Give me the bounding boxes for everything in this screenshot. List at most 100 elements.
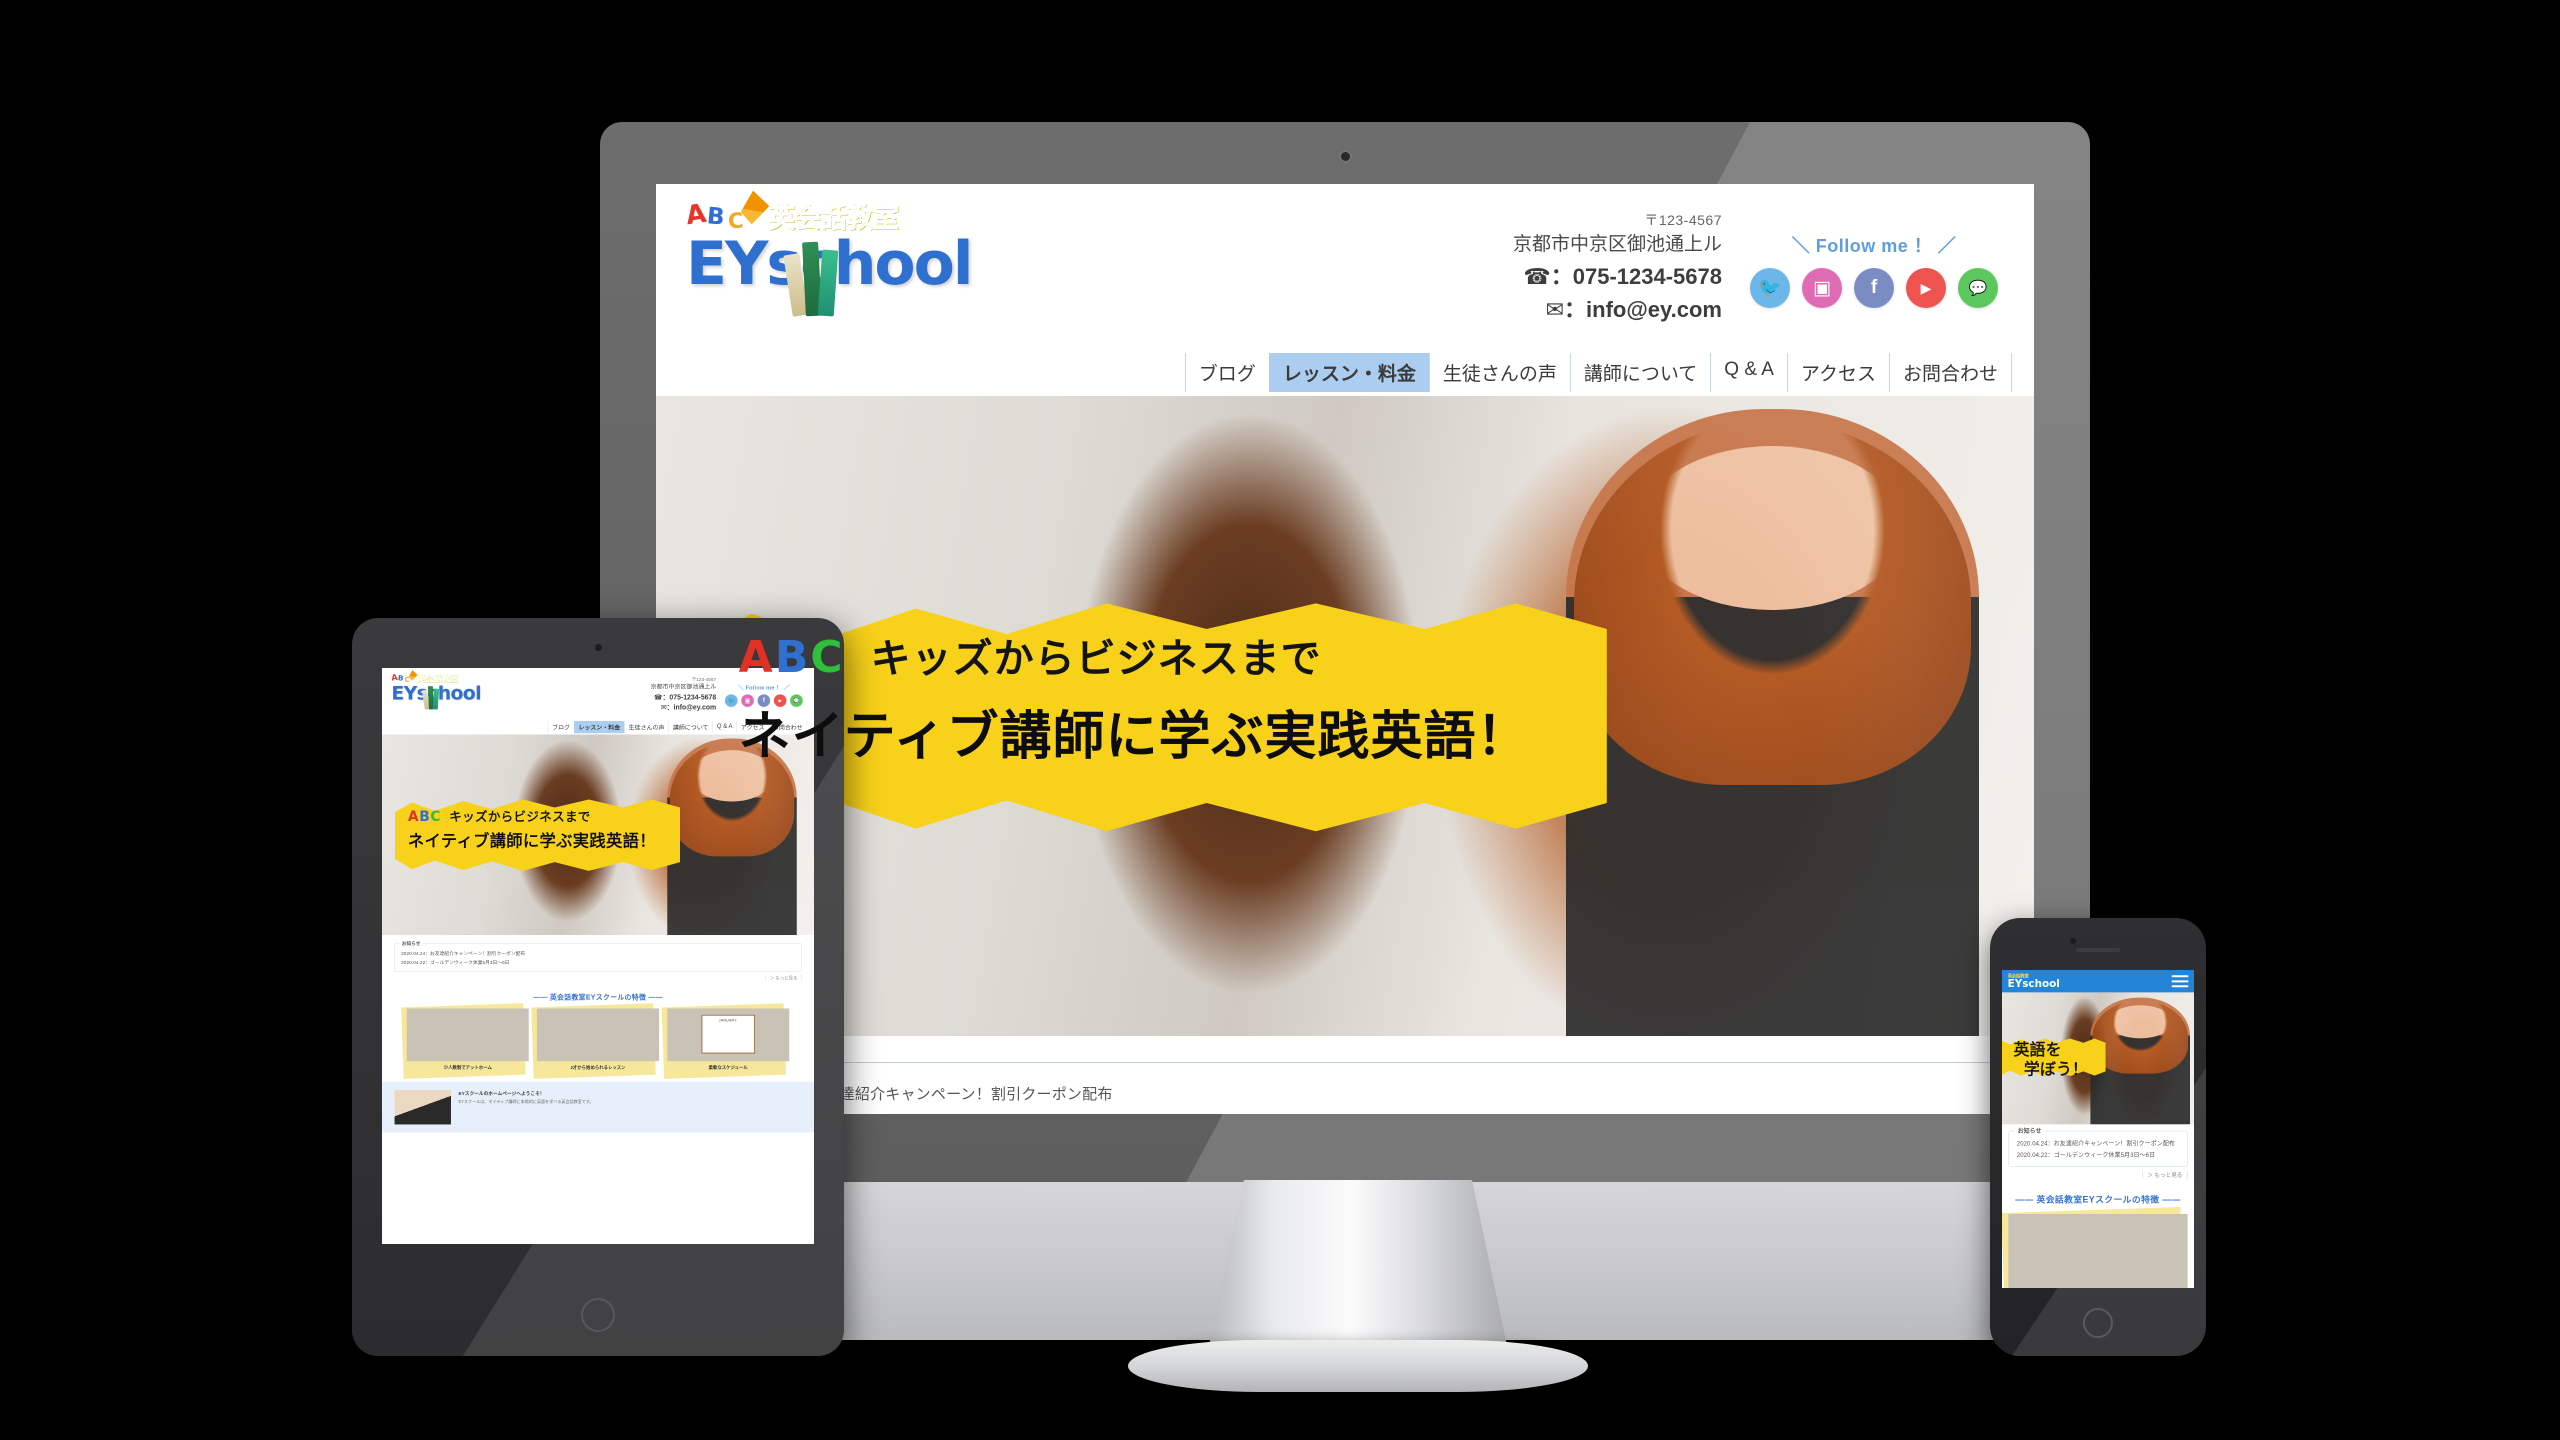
feature-card[interactable]: 少人数制でアットホーム — [401, 1003, 529, 1079]
mobile-notice-more-label: ＞ もっと見る — [2142, 1170, 2188, 1179]
postal-code: 〒123-4567 — [691, 676, 717, 682]
features-title: —— 英会話教室EYスクールの特徴 —— — [533, 993, 663, 1001]
youtube-icon[interactable]: ▶ — [1906, 268, 1946, 308]
home-button[interactable] — [581, 1298, 615, 1332]
nav-item-access[interactable]: アクセス — [1786, 353, 1889, 392]
mobile-notice-caption: お知らせ — [2014, 1126, 2045, 1135]
notice-box: お知らせ 2020.04.24：お友達紹介キャンペーン！割引クーポン配布 202… — [696, 1051, 1994, 1114]
phone-icon: ☎ — [653, 692, 663, 701]
address: 京都市中京区御池通上ル — [1512, 234, 1722, 255]
nav-item-lesson-price[interactable]: レッスン・料金 — [574, 720, 625, 734]
feature-caption: 少人数制でアットホーム — [443, 1064, 492, 1070]
nav-item-voices[interactable]: 生徒さんの声 — [624, 720, 668, 734]
smartphone-device: 英会話教室 EYschool 英語を 学ぼう！ お知らせ 2020.04.24：… — [1990, 918, 2206, 1356]
logo-wordmark: EYschool — [686, 234, 1046, 294]
feature-image — [536, 1008, 660, 1062]
postal-code: 〒123-4567 — [1644, 212, 1722, 228]
follow-title: ＼ Follow me ！ ／ — [1791, 236, 1957, 256]
front-camera-icon — [2070, 938, 2076, 944]
earpiece-speaker — [2076, 948, 2120, 952]
site-logo[interactable]: A B C 英会話教室 EYschool — [684, 198, 1046, 317]
mobile-features-title: —— 英会話教室EYスクールの特徴 —— — [2015, 1194, 2181, 1205]
notice-box: お知らせ 2020.04.24：お友達紹介キャンペーン！割引クーポン配布 202… — [394, 939, 802, 972]
contact-block: 〒123-4567 京都市中京区御池通上ル ☎：075-1234-5678 ✉：… — [651, 676, 717, 712]
pencils-icon — [421, 685, 441, 710]
mobile-logo-wordmark: EYschool — [2007, 977, 2060, 990]
nav-item-lesson-price[interactable]: レッスン・料金 — [1268, 353, 1429, 392]
follow-block: ＼ Follow me ！ ／ 🐦 ▣ f ▶ 💬 — [1740, 232, 2008, 308]
logo-subtitle: 英会話教室 — [768, 203, 900, 234]
webcam-dot — [1341, 152, 1350, 161]
hero-line-2: ネイティブ講師に学ぶ実践英語！ — [407, 832, 656, 851]
notice-caption: お知らせ — [399, 939, 423, 947]
mobile-hero-line-1: 英語を — [2013, 1040, 2062, 1059]
notice-item[interactable]: 2020.04.24：お友達紹介キャンペーン！割引クーポン配布 — [400, 949, 795, 958]
welcome-image — [394, 1089, 451, 1125]
notice-more[interactable]: ＞ もっと見る — [395, 974, 802, 981]
notice-item[interactable]: 2020.04.22：ゴールデンウィーク休業5月3日〜6日 — [715, 1108, 1975, 1114]
mobile-notice-more[interactable]: ＞ もっと見る — [2008, 1170, 2188, 1179]
device-mockup-scene: A B C 英会話教室 EYschool 〒123-4567 — [0, 0, 2560, 1440]
welcome-section: EYスクールのホームページへようこそ！ EYスクールは、ネイティブ講師に本格的に… — [382, 1081, 814, 1133]
contact-block: 〒123-4567 京都市中京区御池通上ル ☎：075-1234-5678 ✉：… — [1513, 210, 1722, 326]
twitter-icon[interactable]: 🐦 — [724, 694, 738, 707]
nav-item-contact[interactable]: お問合わせ — [1888, 353, 2012, 392]
logo-letter-b: B — [705, 203, 726, 231]
front-camera-icon — [594, 644, 602, 651]
nav-item-teachers[interactable]: 講師について — [1569, 353, 1710, 392]
site-logo[interactable]: A B C 英会話教室 EYschool — [391, 672, 504, 710]
instagram-icon[interactable]: ▣ — [1802, 268, 1842, 308]
nav-item-teachers[interactable]: 講師について — [668, 720, 712, 734]
mobile-notice-item[interactable]: 2020.04.22：ゴールデンウィーク休業5月3日〜6日 — [2016, 1149, 2180, 1161]
notice-item[interactable]: 2020.04.24：お友達紹介キャンペーン！割引クーポン配布 — [715, 1079, 1975, 1108]
facebook-icon[interactable]: f — [1854, 268, 1894, 308]
monitor-stand — [1088, 1180, 1628, 1392]
site-header: A B C 英会話教室 EYschool 〒123-4567 — [656, 184, 2034, 396]
notice-item[interactable]: 2020.04.22：ゴールデンウィーク休業5月3日〜6日 — [400, 958, 795, 967]
main-navigation: ブログ レッスン・料金 生徒さんの声 講師について Q & A アクセス お問合… — [1184, 353, 2012, 392]
mobile-hero-line-2: 学ぼう！ — [2023, 1060, 2088, 1078]
email-address: ：info@ey.com — [666, 703, 717, 712]
logo-abc-mark: A B C 英会話教室 — [391, 672, 504, 684]
email-line[interactable]: ✉：info@ey.com — [1513, 293, 1722, 326]
phone-icon: ☎ — [1523, 263, 1551, 289]
phone-line[interactable]: ☎：075-1234-5678 — [1513, 260, 1722, 293]
nav-item-blog[interactable]: ブログ — [547, 720, 574, 734]
welcome-heading: EYスクールのホームページへようこそ！ — [458, 1090, 545, 1097]
line-icon[interactable]: 💬 — [1958, 268, 1998, 308]
feature-card[interactable]: 2才から始められるレッスン — [531, 1003, 660, 1079]
social-links: 🐦 ▣ f ▶ 💬 — [1740, 268, 2008, 308]
phone-line[interactable]: ☎：075-1234-5678 — [651, 692, 717, 702]
phone-number: ：075-1234-5678 — [1550, 263, 1722, 289]
logo-abc-mark: A B C 英会話教室 — [684, 198, 1046, 234]
feature-card[interactable]: 柔軟なスケジュール — [661, 1003, 790, 1079]
home-button[interactable] — [2083, 1308, 2113, 1338]
hamburger-menu-icon[interactable] — [2171, 975, 2189, 988]
feature-caption: 2才から始められるレッスン — [570, 1064, 626, 1070]
mobile-logo[interactable]: 英会話教室 EYschool — [2008, 974, 2060, 989]
phone-number: ：075-1234-5678 — [662, 692, 717, 701]
feature-image — [667, 1008, 790, 1062]
email-address: ：info@ey.com — [1564, 296, 1722, 322]
email-line[interactable]: ✉：info@ey.com — [651, 702, 717, 712]
welcome-body: EYスクールは、ネイティブ講師に本格的に英語を学べる英会話教室です。 — [458, 1099, 594, 1105]
feature-caption: 柔軟なスケジュール — [708, 1064, 748, 1070]
nav-item-qa[interactable]: Q & A — [712, 720, 737, 734]
feature-image — [406, 1008, 529, 1062]
hero-text: ABC キッズからビジネスまで ネイティブ講師に学ぶ実践英語！ — [739, 626, 1621, 769]
hero-banner: ABC キッズからビジネスまで ネイティブ講師に学ぶ実践英語！ — [656, 396, 2034, 1036]
nav-item-voices[interactable]: 生徒さんの声 — [1428, 353, 1570, 392]
hero-line-1: キッズからビジネスまで — [870, 637, 1322, 682]
twitter-icon[interactable]: 🐦 — [1750, 268, 1790, 308]
mobile-header: 英会話教室 EYschool — [2002, 970, 2194, 993]
nav-item-qa[interactable]: Q & A — [1710, 353, 1787, 392]
mobile-notice-box: お知らせ 2020.04.24：お友達紹介キャンペーン！割引クーポン配布 202… — [2008, 1126, 2188, 1167]
nav-item-blog[interactable]: ブログ — [1184, 353, 1269, 392]
hero-abc: ABC — [738, 632, 845, 684]
mobile-notice-item[interactable]: 2020.04.24：お友達紹介キャンペーン！割引クーポン配布 — [2016, 1138, 2180, 1150]
mobile-hero-text: 英語を 学ぼう！ — [2014, 1040, 2088, 1079]
phone-screen: 英会話教室 EYschool 英語を 学ぼう！ お知らせ 2020.04.24：… — [2002, 970, 2194, 1288]
address: 京都市中京区御池通上ル — [650, 683, 717, 691]
mobile-feature-card[interactable] — [2002, 1206, 2188, 1288]
logo-letter-b: B — [397, 674, 404, 683]
